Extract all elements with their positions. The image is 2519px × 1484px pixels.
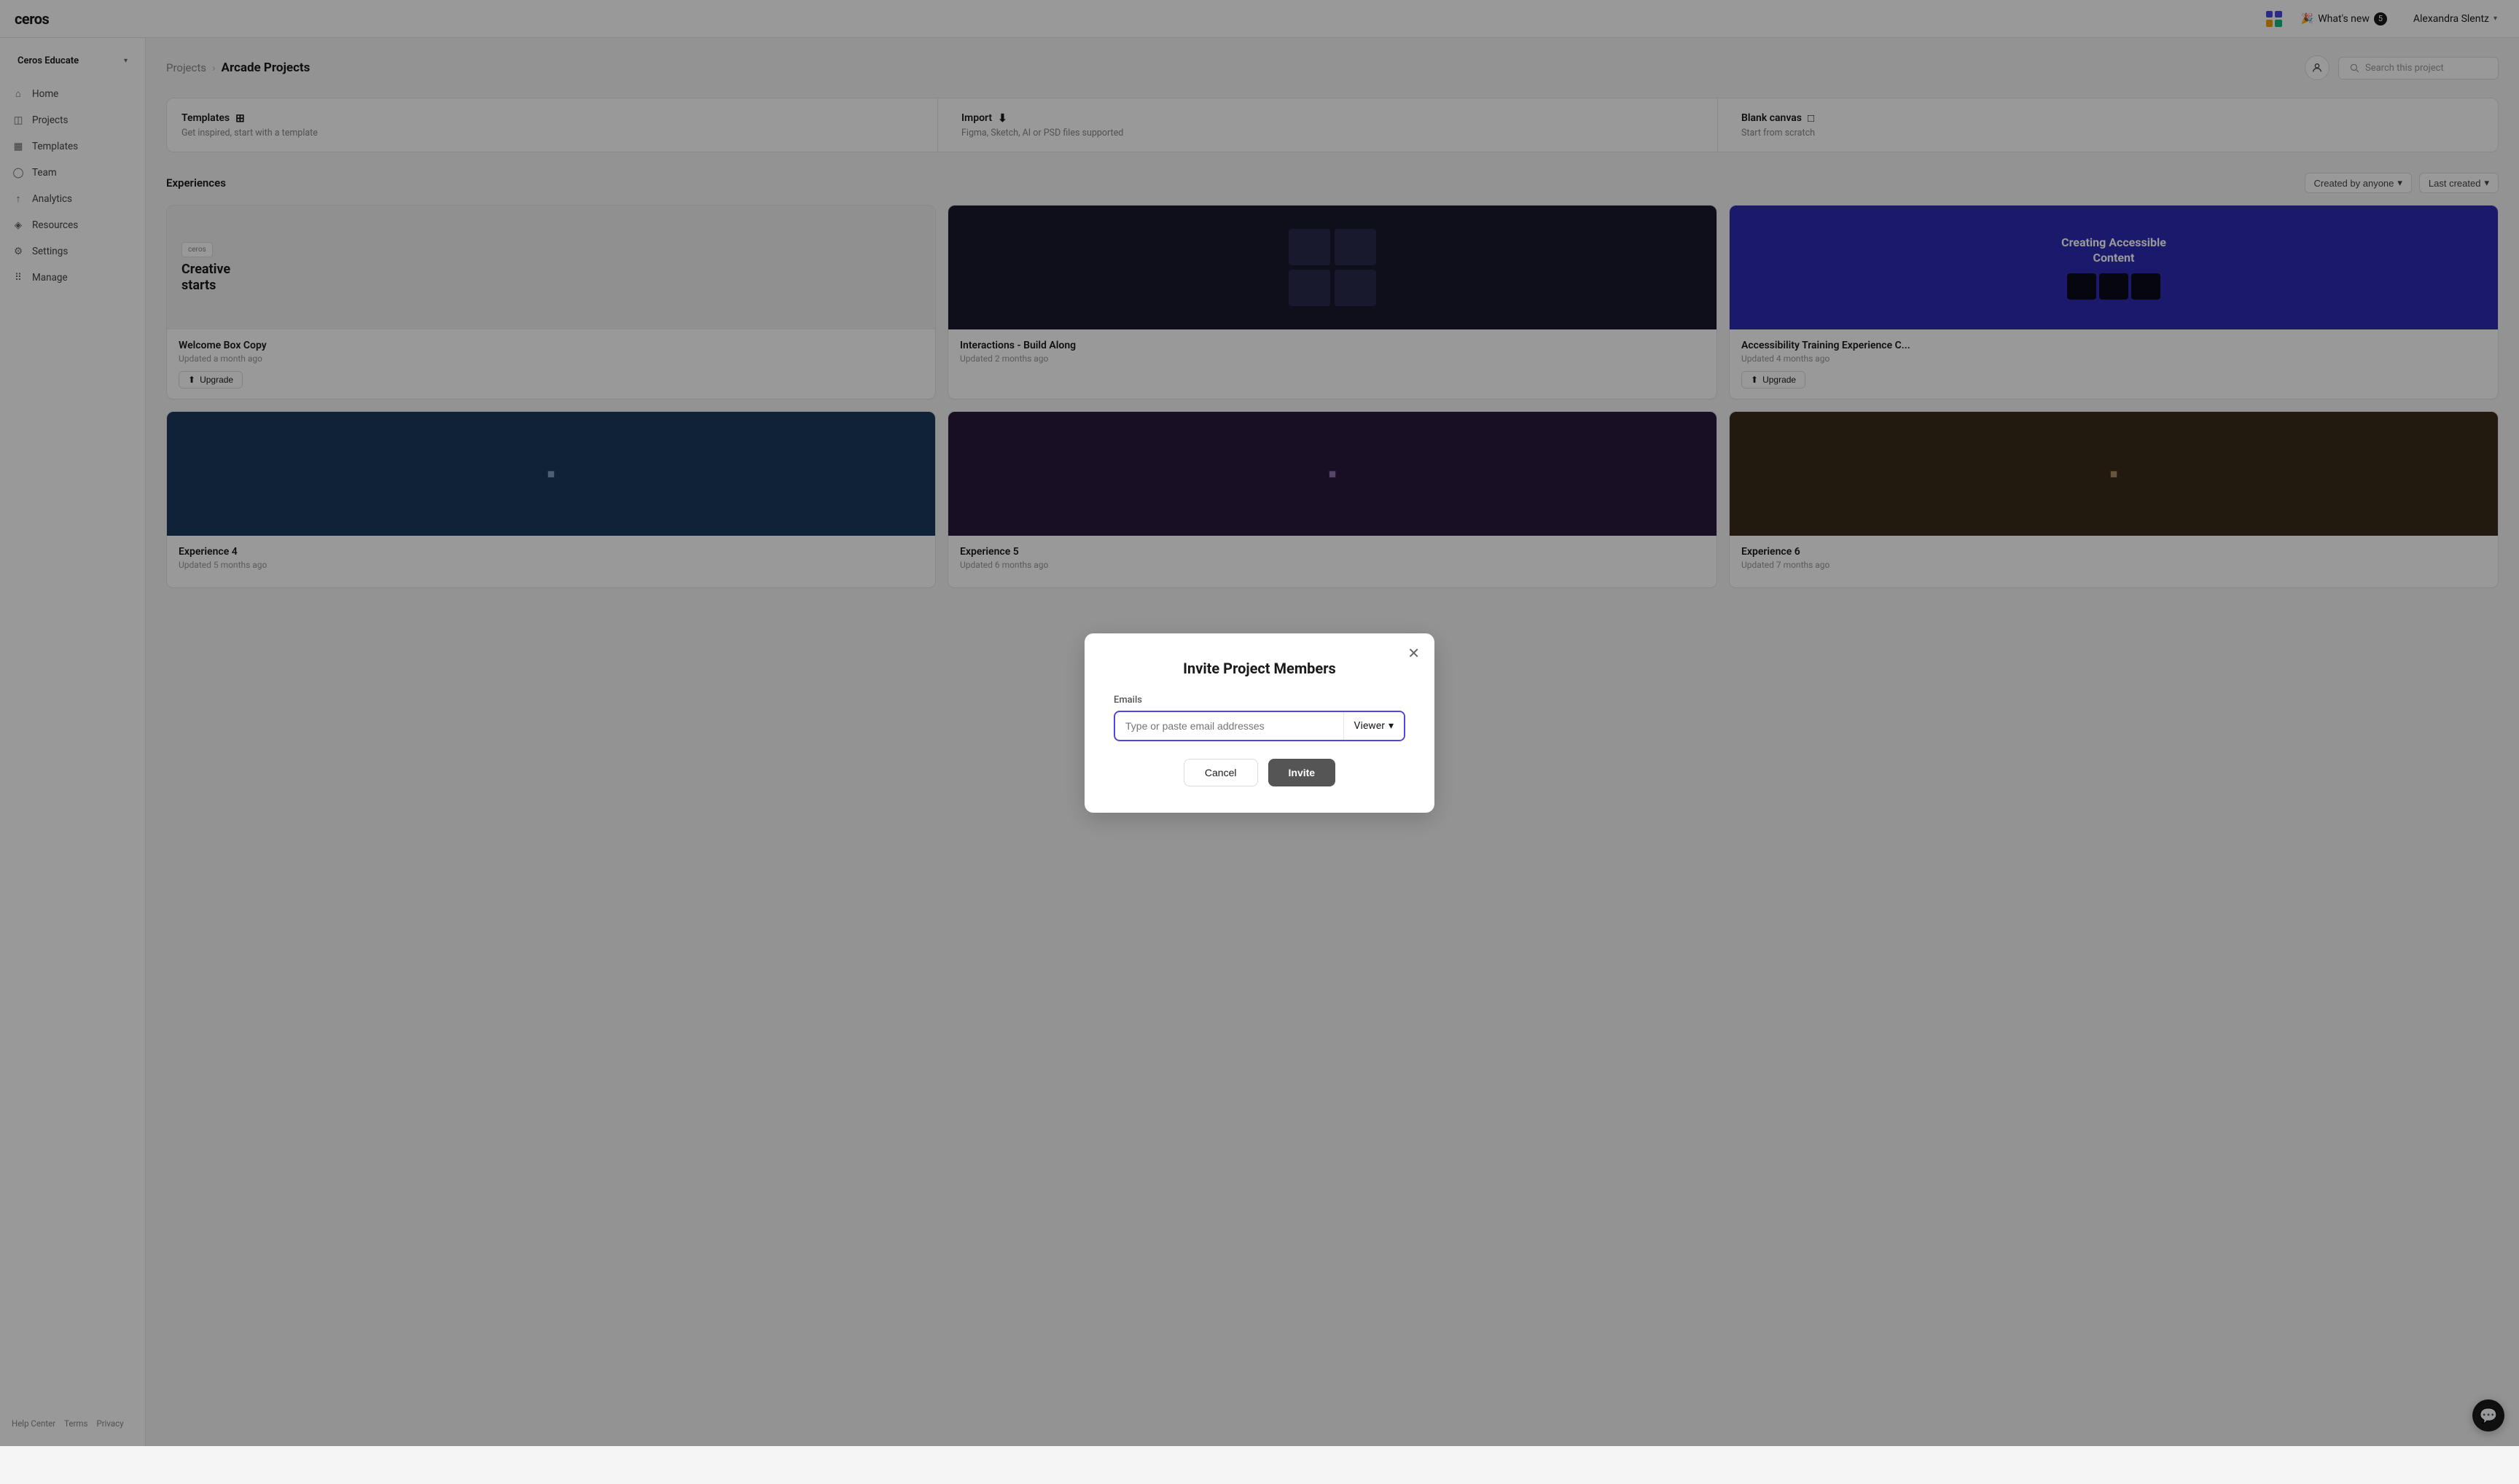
invite-modal: ✕ Invite Project Members Emails Viewer ▾…: [1085, 633, 1434, 813]
modal-actions: Cancel Invite: [1114, 759, 1405, 786]
email-input[interactable]: [1115, 712, 1343, 740]
modal-title: Invite Project Members: [1114, 660, 1405, 677]
email-input-row: Viewer ▾: [1114, 711, 1405, 741]
role-label: Viewer: [1354, 720, 1385, 732]
modal-close-button[interactable]: ✕: [1405, 644, 1423, 664]
role-chevron-icon: ▾: [1389, 720, 1394, 732]
email-label: Emails: [1114, 695, 1405, 706]
modal-overlay[interactable]: ✕ Invite Project Members Emails Viewer ▾…: [0, 0, 2519, 1446]
cancel-button[interactable]: Cancel: [1184, 759, 1258, 786]
role-selector-button[interactable]: Viewer ▾: [1343, 712, 1404, 740]
invite-button[interactable]: Invite: [1268, 759, 1336, 786]
